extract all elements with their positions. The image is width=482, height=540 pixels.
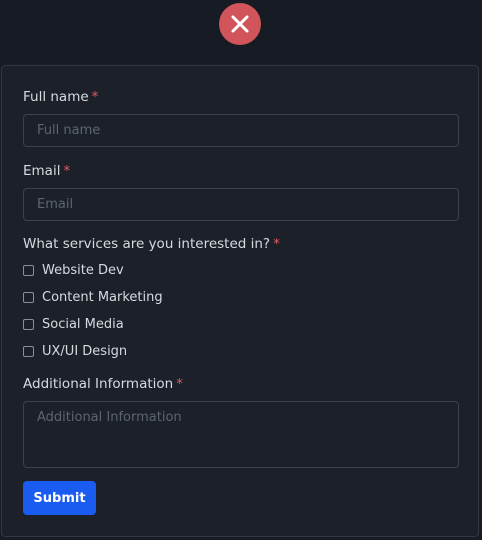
- submit-button[interactable]: Submit: [23, 481, 96, 515]
- email-label: Email *: [23, 163, 70, 179]
- email-input[interactable]: [23, 188, 459, 221]
- checkbox-content-marketing[interactable]: Content Marketing: [23, 288, 163, 306]
- checkbox-ux-ui-design[interactable]: UX/UI Design: [23, 342, 127, 360]
- contact-form: Full name* Email* What services are you …: [1, 65, 479, 537]
- checkbox-label: Content Marketing: [42, 289, 163, 305]
- full-name-input[interactable]: [23, 114, 459, 147]
- checkbox-box[interactable]: [23, 318, 34, 330]
- close-button[interactable]: [219, 3, 261, 45]
- additional-info-textarea[interactable]: [23, 401, 459, 468]
- full-name-label: Full name *: [23, 89, 98, 105]
- checkbox-box[interactable]: [23, 264, 34, 276]
- services-label-text: What services are you interested in?: [23, 236, 271, 252]
- checkbox-website-dev[interactable]: Website Dev: [23, 261, 124, 279]
- additional-info-label-text: Additional Information: [23, 376, 174, 392]
- checkbox-label: Social Media: [42, 316, 124, 332]
- full-name-label-text: Full name: [23, 89, 89, 105]
- required-marker: *: [63, 163, 71, 179]
- services-label: What services are you interested in? *: [23, 236, 280, 252]
- checkbox-label: UX/UI Design: [42, 343, 128, 359]
- additional-info-label: Additional Information *: [23, 376, 183, 392]
- page: Full name* Email* What services are you …: [0, 0, 482, 540]
- checkbox-box[interactable]: [23, 291, 34, 303]
- close-icon: [231, 15, 249, 33]
- required-marker: *: [176, 376, 183, 392]
- required-marker: *: [273, 236, 280, 252]
- email-label-text: Email: [23, 163, 61, 179]
- checkbox-box[interactable]: [23, 345, 34, 357]
- checkbox-social-media[interactable]: Social Media: [23, 315, 124, 333]
- required-marker: *: [91, 89, 99, 105]
- checkbox-label: Website Dev: [42, 262, 124, 278]
